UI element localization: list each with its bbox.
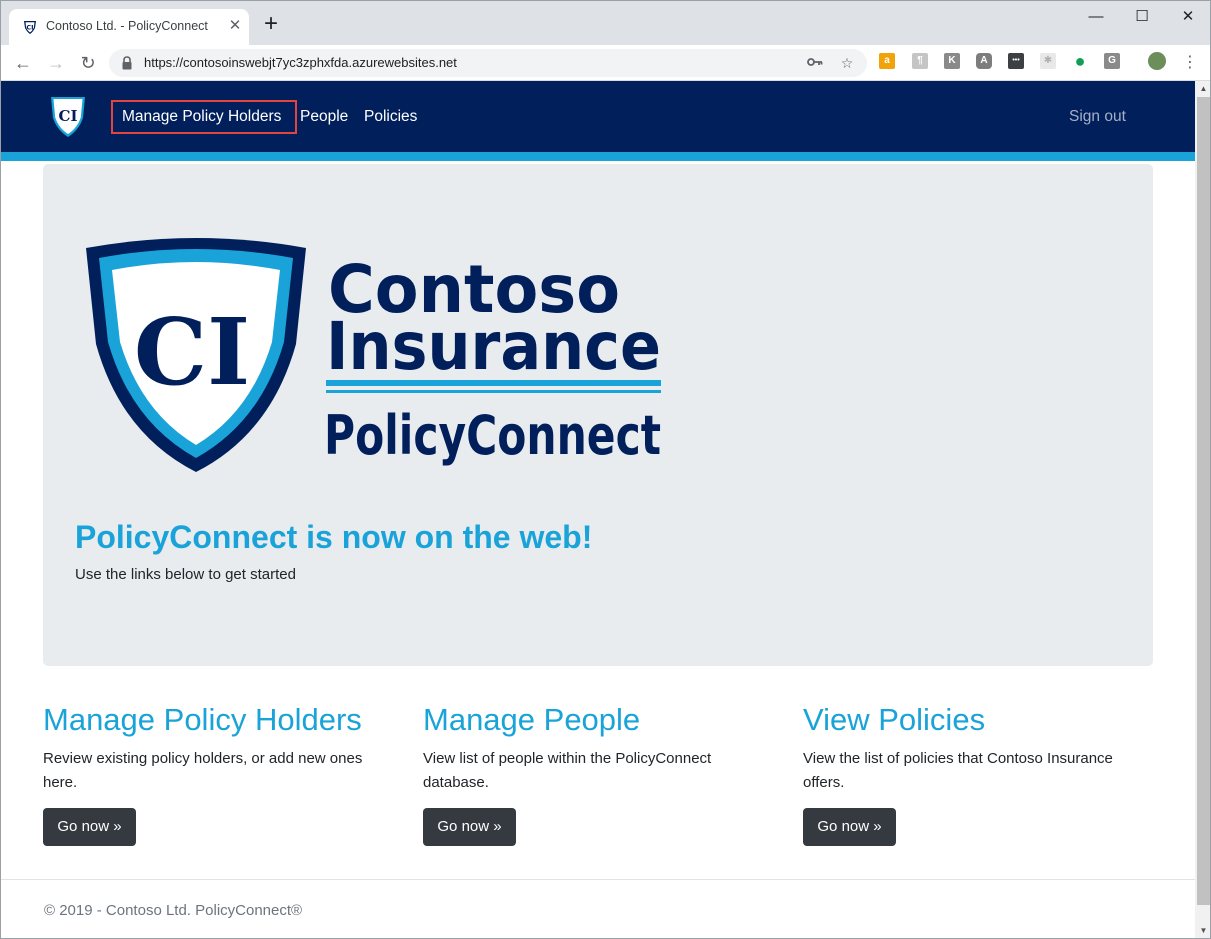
react-extension-icon[interactable]: ✱	[1040, 53, 1056, 69]
avatar[interactable]	[1148, 52, 1166, 70]
tab-strip: CI Contoso Ltd. - PolicyConnect ✕ + — ☐ …	[1, 1, 1210, 45]
hero-logo-monogram: CI	[134, 298, 250, 406]
svg-text:CI: CI	[26, 24, 33, 32]
nav-link-people[interactable]: People	[300, 108, 348, 126]
go-now-button-people[interactable]: Go now »	[423, 808, 516, 846]
brand-logo-monogram: CI	[59, 107, 78, 125]
k-extension-icon[interactable]: K	[944, 53, 960, 69]
hero-logo-line-3: PolicyConnect	[324, 404, 661, 467]
footer-divider	[1, 879, 1195, 880]
forward-icon[interactable]: →	[45, 52, 67, 74]
column-title: Manage People	[423, 702, 641, 737]
column-manage-policy-holders: Manage Policy Holders Review existing po…	[43, 701, 388, 846]
nav-link-manage-policy-holders[interactable]: Manage Policy Holders	[122, 108, 281, 126]
hero-subheading: Use the links below to get started	[75, 566, 296, 583]
site-navbar: CI Manage Policy Holders People Policies…	[1, 81, 1195, 152]
hero-jumbotron: CI Contoso Insurance PolicyConnect Polic…	[43, 164, 1153, 666]
column-manage-people: Manage People View list of people within…	[423, 701, 768, 846]
column-title: Manage Policy Holders	[43, 702, 362, 737]
brand-logo-icon[interactable]: CI	[50, 94, 86, 138]
footer-copyright: © 2019 - Contoso Ltd. PolicyConnect®	[44, 902, 303, 919]
g-extension-icon[interactable]: G	[1104, 53, 1120, 69]
column-description: View the list of policies that Contoso I…	[803, 750, 1113, 791]
scroll-up-icon[interactable]: ▲	[1195, 81, 1210, 97]
angular-extension-icon[interactable]: A	[976, 53, 992, 69]
go-now-button-policy-holders[interactable]: Go now »	[43, 808, 136, 846]
lock-icon	[122, 56, 132, 70]
go-now-button-policies[interactable]: Go now »	[803, 808, 896, 846]
site-favicon-icon: CI	[24, 21, 36, 34]
key-icon[interactable]	[806, 54, 824, 72]
column-title: View Policies	[803, 702, 986, 737]
star-icon[interactable]: ☆	[838, 54, 856, 72]
hero-logo-line-2: Insurance	[326, 308, 661, 385]
browser-tab[interactable]: CI Contoso Ltd. - PolicyConnect ✕	[9, 9, 249, 45]
amazon-extension-icon[interactable]: a	[879, 53, 895, 69]
close-window-icon[interactable]: ✕	[1178, 7, 1198, 27]
browser-toolbar: ← → ↻ https://contosoinswebjt7yc3zphxfda…	[1, 45, 1210, 81]
menu-icon[interactable]: ⋮	[1179, 52, 1201, 74]
translate-extension-icon[interactable]: ¶	[912, 53, 928, 69]
scroll-thumb[interactable]	[1197, 97, 1210, 905]
tab-title: Contoso Ltd. - PolicyConnect	[46, 19, 208, 33]
scroll-down-icon[interactable]: ▼	[1195, 923, 1210, 938]
column-view-policies: View Policies View the list of policies …	[803, 701, 1148, 846]
maximize-icon[interactable]: ☐	[1132, 7, 1152, 27]
close-tab-icon[interactable]: ✕	[227, 17, 243, 35]
more-dots-extension-icon[interactable]: •••	[1008, 53, 1024, 69]
reload-icon[interactable]: ↻	[77, 52, 99, 74]
address-bar[interactable]: https://contosoinswebjt7yc3zphxfda.azure…	[109, 49, 867, 77]
url-text: https://contosoinswebjt7yc3zphxfda.azure…	[144, 55, 457, 70]
accent-bar	[1, 152, 1195, 161]
hero-heading: PolicyConnect is now on the web!	[75, 519, 593, 555]
page-scrollbar[interactable]: ▲ ▼	[1195, 81, 1210, 938]
back-icon[interactable]: ←	[12, 52, 34, 74]
new-tab-icon[interactable]: +	[260, 12, 282, 36]
sign-out-link[interactable]: Sign out	[1069, 108, 1126, 126]
nav-link-policies[interactable]: Policies	[364, 108, 417, 126]
green-extension-icon[interactable]: ●	[1072, 52, 1088, 70]
column-description: Review existing policy holders, or add n…	[43, 750, 363, 791]
column-description: View list of people within the PolicyCon…	[423, 750, 712, 791]
minimize-icon[interactable]: —	[1086, 7, 1106, 27]
browser-window: CI Contoso Ltd. - PolicyConnect ✕ + — ☐ …	[0, 0, 1211, 939]
contoso-insurance-logo: CI Contoso Insurance PolicyConnect	[86, 238, 661, 472]
